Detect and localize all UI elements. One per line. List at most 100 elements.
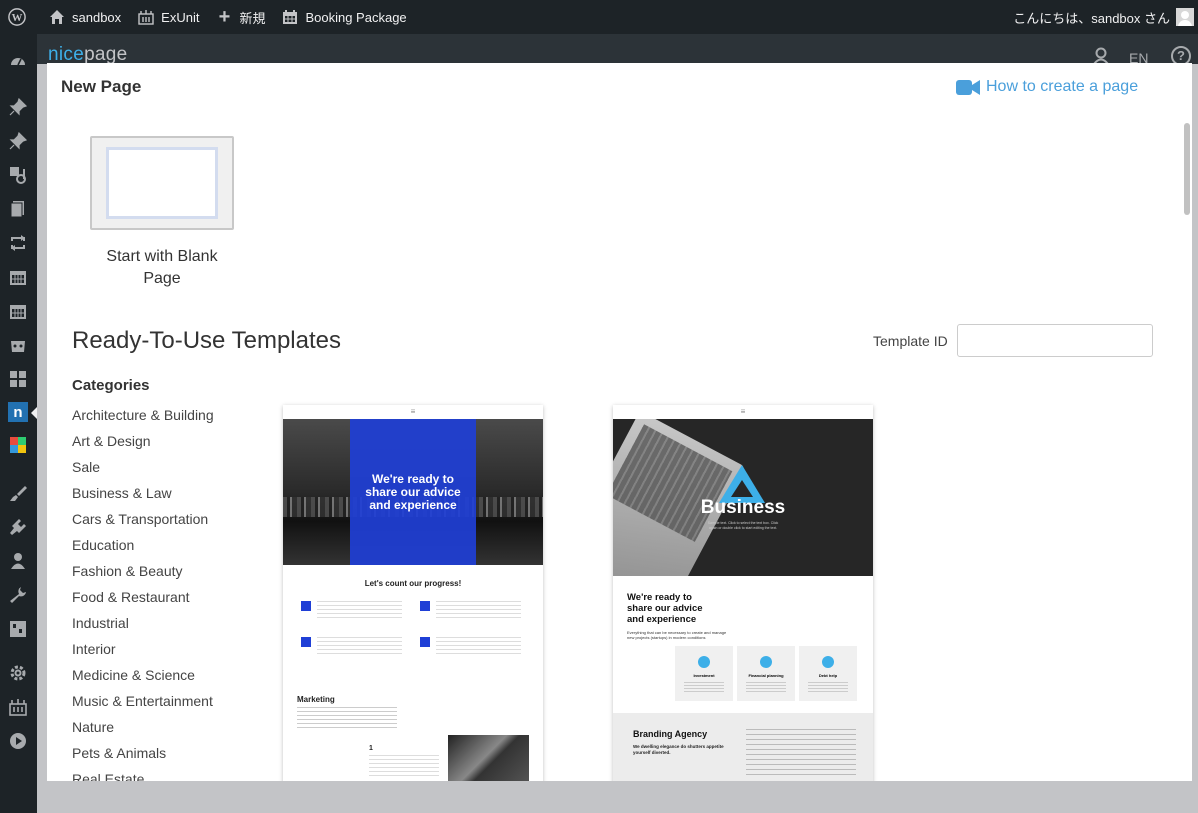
dashboard-icon[interactable] bbox=[9, 52, 27, 70]
blank-page-label[interactable]: Start with Blank Page bbox=[87, 246, 237, 290]
settings-panel-icon[interactable] bbox=[9, 620, 27, 638]
progress-bullet bbox=[420, 637, 430, 647]
svg-text:W: W bbox=[12, 12, 23, 24]
investment-icon bbox=[698, 656, 710, 668]
template-id-label: Template ID bbox=[873, 333, 948, 349]
exunit-icon bbox=[137, 8, 155, 26]
category-item[interactable]: Fashion & Beauty bbox=[72, 563, 183, 579]
progress-text bbox=[317, 601, 402, 621]
hamburger-icon: ≡ bbox=[410, 407, 416, 416]
new-content-button[interactable]: + 新規 bbox=[207, 0, 273, 34]
loop-icon[interactable] bbox=[9, 234, 27, 252]
debt-help-icon bbox=[822, 656, 834, 668]
feature-box: Financial planning bbox=[737, 646, 795, 701]
headline-text: We're ready to share our advice and expe… bbox=[627, 592, 703, 625]
intro-text: Everything that can be necessary to crea… bbox=[627, 630, 727, 640]
booking-package-label: Booking Package bbox=[305, 9, 407, 25]
account-greeting[interactable]: こんにちは、sandbox さん bbox=[1013, 8, 1170, 27]
pages-icon[interactable] bbox=[9, 200, 27, 218]
template-hero: Business Sample text. Click to select th… bbox=[613, 419, 873, 576]
marketing-heading: Marketing bbox=[297, 695, 335, 704]
feature-box: Investment bbox=[675, 646, 733, 701]
colorful-squares-icon[interactable] bbox=[9, 436, 27, 454]
category-item[interactable]: Real Estate bbox=[72, 771, 144, 781]
category-item[interactable]: Pets & Animals bbox=[72, 745, 166, 761]
category-item[interactable]: Food & Restaurant bbox=[72, 589, 190, 605]
calendar-icon bbox=[281, 8, 299, 26]
plugins-icon[interactable] bbox=[9, 518, 27, 536]
exunit-label: ExUnit bbox=[161, 9, 200, 25]
blank-page-thumbnail[interactable] bbox=[90, 136, 234, 230]
category-item[interactable]: Industrial bbox=[72, 615, 129, 631]
agency-subtitle: We dwelling elegance do shutters appetit… bbox=[633, 744, 724, 755]
avatar[interactable] bbox=[1176, 8, 1194, 26]
category-item[interactable]: Cars & Transportation bbox=[72, 511, 208, 527]
template-hero: We're ready to share our advice and expe… bbox=[283, 419, 543, 565]
category-item[interactable]: Interior bbox=[72, 641, 116, 657]
admin-side-menu: n bbox=[0, 34, 37, 813]
architecture-image bbox=[448, 735, 529, 781]
grid-icon[interactable] bbox=[9, 370, 27, 388]
calendar-icon[interactable] bbox=[9, 336, 27, 354]
nicepage-icon[interactable]: n bbox=[8, 402, 28, 422]
new-label: 新規 bbox=[239, 10, 266, 26]
progress-text bbox=[436, 601, 521, 621]
admin-bar: W sandbox ExUnit + 新規 Booking Package こん… bbox=[0, 0, 1198, 34]
feature-box: Debt help bbox=[799, 646, 857, 701]
play-circle-icon[interactable] bbox=[9, 732, 27, 750]
pin-icon[interactable] bbox=[9, 132, 27, 150]
blank-page-preview bbox=[106, 147, 218, 219]
home-icon bbox=[48, 8, 66, 26]
modal-scrollbar[interactable] bbox=[1184, 123, 1190, 215]
category-item[interactable]: Architecture & Building bbox=[72, 407, 214, 423]
video-camera-icon bbox=[956, 79, 980, 96]
category-item[interactable]: Art & Design bbox=[72, 433, 151, 449]
marketing-text bbox=[297, 707, 397, 729]
hamburger-icon: ≡ bbox=[740, 407, 746, 416]
template-card[interactable]: ≡ We're ready to share our advice and ex… bbox=[283, 405, 543, 781]
progress-heading: Let's count our progress! bbox=[364, 579, 462, 588]
nicepage-header: nicepage EN ? bbox=[37, 34, 1198, 66]
step-number: 1 bbox=[369, 745, 373, 752]
progress-bullet bbox=[301, 637, 311, 647]
site-name: sandbox bbox=[72, 9, 122, 25]
progress-text bbox=[436, 637, 521, 657]
exunit-icon[interactable] bbox=[9, 698, 27, 716]
tools-wrench-icon[interactable] bbox=[9, 586, 27, 604]
template-card[interactable]: ≡ Business Sample text. Click to select … bbox=[613, 405, 873, 781]
category-item[interactable]: Medicine & Science bbox=[72, 667, 195, 683]
step-text bbox=[369, 755, 439, 777]
category-item[interactable]: Business & Law bbox=[72, 485, 172, 501]
pin-icon[interactable] bbox=[9, 98, 27, 116]
exunit-link[interactable]: ExUnit bbox=[129, 0, 207, 34]
hero-subtitle: Sample text. Click to select the text bo… bbox=[707, 521, 779, 530]
wordpress-logo-button[interactable]: W bbox=[0, 0, 40, 34]
agency-heading: Branding Agency bbox=[633, 729, 708, 739]
gear-icon[interactable] bbox=[9, 664, 27, 682]
progress-bullet bbox=[420, 601, 430, 611]
agency-text bbox=[746, 729, 856, 779]
template-id-input[interactable] bbox=[957, 324, 1153, 357]
calendar-icon[interactable] bbox=[9, 268, 27, 286]
wordpress-icon: W bbox=[8, 8, 26, 26]
category-item[interactable]: Music & Entertainment bbox=[72, 693, 213, 709]
agency-section: Branding Agency We dwelling elegance do … bbox=[613, 713, 873, 781]
how-to-create-label: How to create a page bbox=[986, 78, 1139, 95]
calendar-icon[interactable] bbox=[9, 302, 27, 320]
categories-heading: Categories bbox=[72, 377, 150, 394]
templates-heading: Ready-To-Use Templates bbox=[72, 327, 342, 354]
new-page-modal: New Page How to create a page Start with… bbox=[47, 63, 1192, 781]
site-name-link[interactable]: sandbox bbox=[40, 0, 129, 34]
appearance-brush-icon[interactable] bbox=[9, 484, 27, 502]
media-icon[interactable] bbox=[9, 166, 27, 184]
hero-text: We're ready to share our advice and expe… bbox=[365, 472, 461, 512]
booking-package-link[interactable]: Booking Package bbox=[273, 0, 414, 34]
progress-text bbox=[317, 637, 402, 657]
category-item[interactable]: Nature bbox=[72, 719, 114, 735]
how-to-create-link[interactable]: How to create a page bbox=[956, 78, 1138, 96]
category-item[interactable]: Education bbox=[72, 537, 134, 553]
category-item[interactable]: Sale bbox=[72, 459, 100, 475]
plus-icon: + bbox=[218, 5, 231, 28]
users-icon[interactable] bbox=[9, 552, 27, 570]
hero-title: Business bbox=[700, 497, 786, 518]
